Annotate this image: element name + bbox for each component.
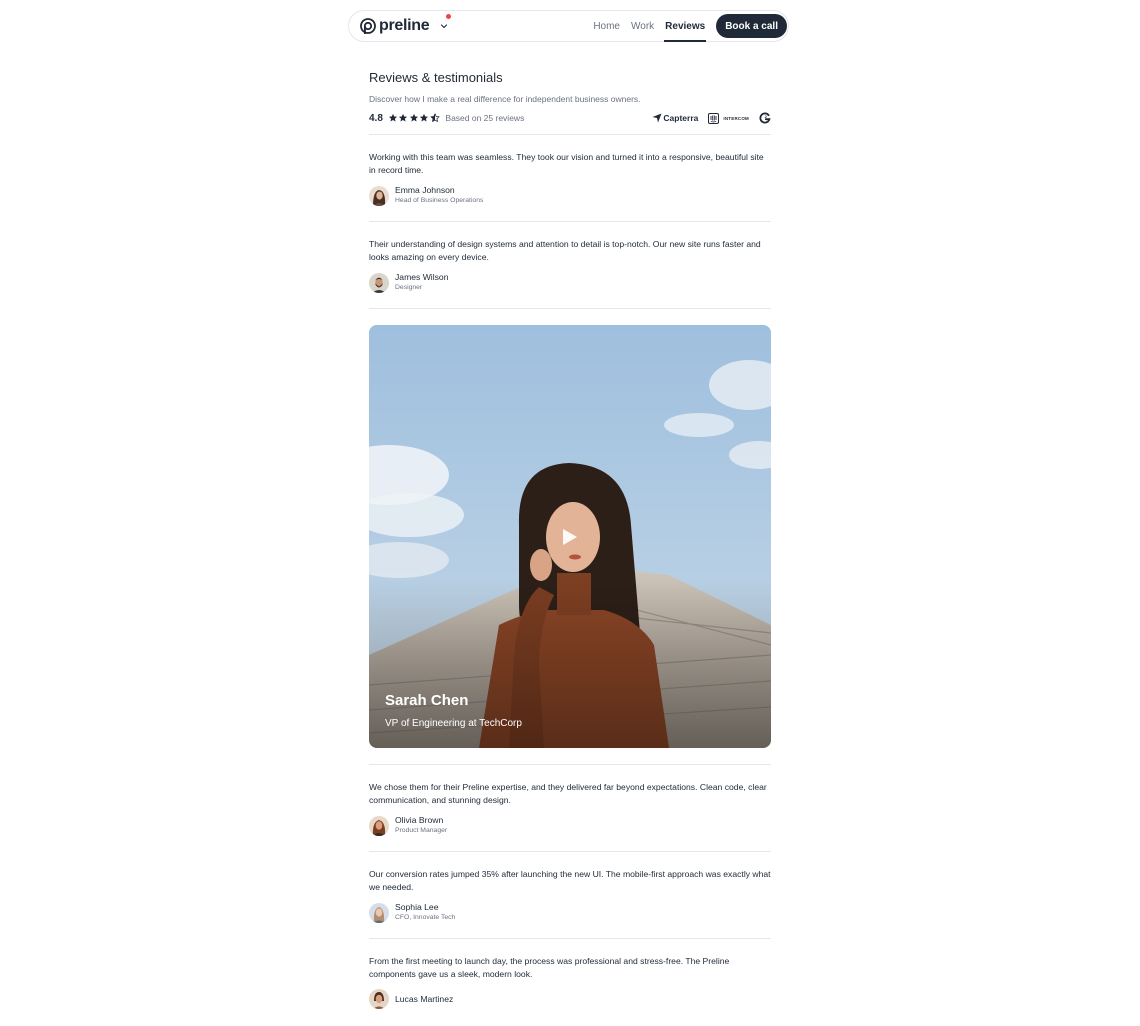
avatar [369,815,389,836]
avatar [369,989,389,1009]
capterra-icon [652,113,662,123]
author-name: James Wilson [395,272,449,282]
review-author: Sophia Lee CFO, Innovate Tech [369,902,771,923]
brand-logo-link[interactable]: preline [360,17,430,35]
review-author: Lucas Martinez [369,989,771,1009]
brand-name: preline [379,17,430,34]
rating-score: 4.8 [369,112,383,124]
partner-intercom: INTERCOM [708,112,749,124]
review-card: Our conversion rates jumped 35% after la… [369,852,771,938]
review-author: James Wilson Designer [369,272,771,293]
play-icon[interactable] [562,528,578,546]
review-author: Olivia Brown Product Manager [369,815,771,836]
avatar [369,272,389,293]
nav-link-home[interactable]: Home [593,11,620,41]
nav-link-work[interactable]: Work [631,11,654,41]
preline-logo-icon [360,18,376,34]
rating-count-text: Based on 25 reviews [445,113,525,123]
partner-capterra: Capterra [652,113,698,123]
g2-icon: 2 [759,112,771,124]
partner-g2: 2 [759,112,771,124]
review-quote: We chose them for their Preline expertis… [369,782,767,805]
main-nav: Home Work Reviews Book a call [593,11,788,42]
review-card: Their understanding of design systems an… [369,222,771,308]
reviews-section: Reviews & testimonials Discover how I ma… [369,68,771,1024]
star-full-icon [409,113,418,122]
notification-dot [446,14,451,19]
partner-intercom-label: INTERCOM [723,115,749,121]
rating-stars [388,113,441,123]
avatar [369,902,389,923]
partner-capterra-label: Capterra [663,113,699,123]
nav-link-reviews[interactable]: Reviews [664,11,707,42]
author-name: Olivia Brown [395,815,444,825]
star-full-icon [388,113,397,122]
video-card[interactable]: Sarah Chen VP of Engineering at TechCorp [369,325,771,748]
author-name: Sophia Lee [395,902,439,912]
star-full-icon [420,113,429,122]
video-testimonial: Sarah Chen VP of Engineering at TechCorp [369,309,771,764]
book-a-call-button[interactable]: Book a call [716,14,787,38]
page-subtitle: Discover how I make a real difference fo… [369,94,641,104]
author-role: CFO, Innovate Tech [395,914,456,921]
review-card: Working with this team was seamless. The… [369,135,771,221]
review-quote: Their understanding of design systems an… [369,239,761,262]
chevron-down-icon[interactable] [439,21,449,31]
avatar [369,185,389,206]
video-person-name: Sarah Chen [385,692,469,709]
author-role: Head of Business Operations [395,197,484,204]
top-navigation: preline Home Work Reviews Book a call [348,10,789,42]
author-role: Designer [395,284,423,291]
review-author: Emma Johnson Head of Business Operations [369,185,771,206]
intercom-icon [708,112,720,124]
partner-logos: Capterra INTERCOM 2 [642,112,771,124]
video-person-role: VP of Engineering at TechCorp [385,718,522,729]
author-role: Product Manager [395,827,448,834]
rating-summary: 4.8 Based on 25 reviews Capterra INTERCO… [369,110,771,126]
page-title: Reviews & testimonials [369,70,503,85]
author-name: Lucas Martinez [395,993,454,1004]
review-quote: Our conversion rates jumped 35% after la… [369,869,771,892]
review-card: From the first meeting to launch day, th… [369,939,771,1024]
star-half-icon [430,113,440,122]
review-quote: From the first meeting to launch day, th… [369,956,730,979]
review-quote: Working with this team was seamless. The… [369,152,764,175]
author-name: Emma Johnson [395,185,455,195]
review-card: We chose them for their Preline expertis… [369,765,771,851]
star-full-icon [399,113,408,122]
